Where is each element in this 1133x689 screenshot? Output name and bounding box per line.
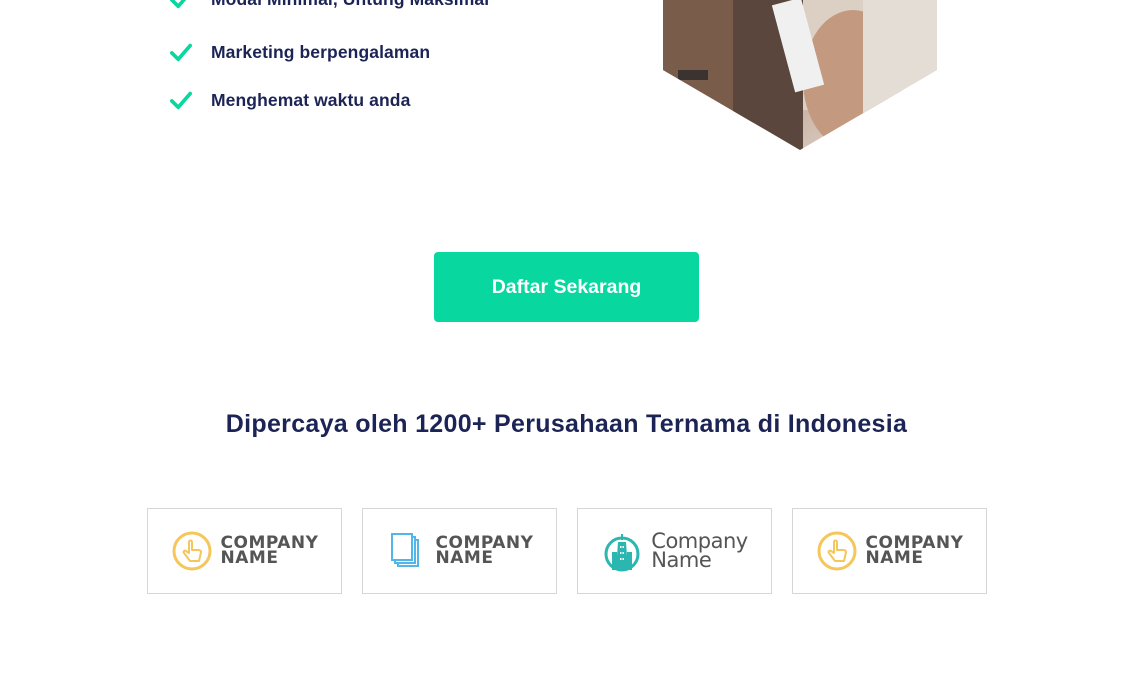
hero-photo	[663, 0, 937, 150]
company-wordmark: COMPANY NAME	[220, 535, 319, 568]
feature-label: Menghemat waktu anda	[211, 89, 411, 110]
pointer-hand-icon	[817, 531, 857, 571]
company-wordmark-line2: NAME	[435, 548, 494, 568]
register-now-button[interactable]: Daftar Sekarang	[434, 252, 699, 322]
feature-item: Menghemat waktu anda	[170, 85, 410, 115]
company-wordmark: COMPANY NAME	[435, 535, 534, 568]
check-icon	[170, 0, 187, 9]
documents-icon	[390, 533, 419, 567]
building-icon	[604, 534, 640, 572]
feature-item: Marketing berpengalaman	[170, 37, 430, 67]
company-wordmark-line2: NAME	[220, 548, 279, 568]
check-icon	[170, 91, 192, 110]
company-wordmark-line2: NAME	[865, 548, 924, 568]
feature-item: Modal Minimal, Untung Maksimal	[170, 0, 489, 14]
pointer-hand-icon	[172, 531, 212, 571]
feature-label: Marketing berpengalaman	[211, 41, 431, 62]
trust-heading: Dipercaya oleh 1200+ Perusahaan Ternama …	[225, 410, 908, 438]
check-icon	[170, 43, 192, 62]
hexagon-photo	[663, 0, 937, 150]
company-logo-card: COMPANY NAME	[147, 508, 342, 594]
company-logo-card: COMPANY NAME	[362, 508, 557, 594]
company-wordmark: COMPANY NAME	[865, 535, 964, 568]
feature-label: Modal Minimal, Untung Maksimal	[211, 0, 489, 10]
company-logo-card: COMPANY NAME	[792, 508, 987, 594]
company-wordmark-line2: Name	[651, 548, 712, 572]
company-logo-card: Company Name	[577, 508, 772, 594]
company-wordmark: Company Name	[651, 531, 748, 572]
